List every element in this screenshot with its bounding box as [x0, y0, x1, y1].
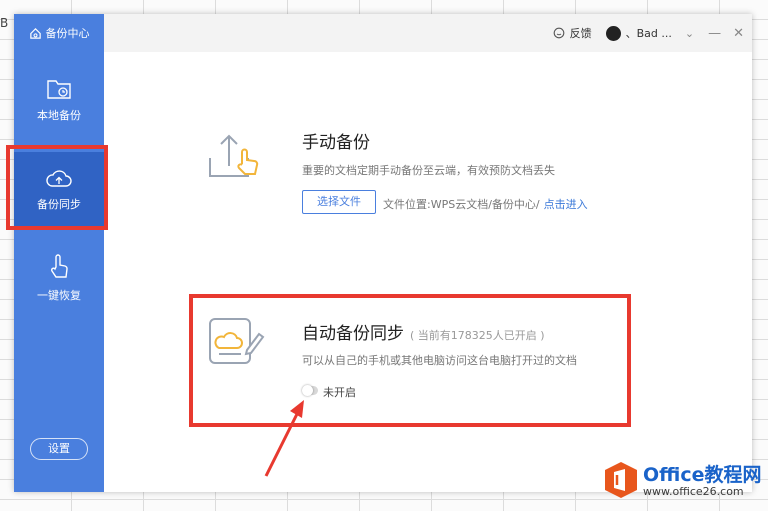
- home-cloud-icon: [29, 27, 41, 39]
- settings-button[interactable]: 设置: [30, 438, 88, 460]
- sidebar: 备份中心 本地备份 备份同步 一键恢复 设置: [14, 14, 104, 492]
- feedback-button[interactable]: 反馈: [553, 25, 592, 41]
- file-location-path: 文件位置:WPS云文档/备份中心/: [383, 198, 540, 211]
- folder-clock-icon: [47, 80, 71, 99]
- top-bar: 反馈 、Bad ... ⌄ — ✕: [104, 14, 752, 52]
- highlight-box-auto-sync: [189, 294, 631, 427]
- close-icon[interactable]: ✕: [733, 27, 744, 40]
- office26-logo: Office教程网 www.office26.com: [603, 458, 763, 504]
- upload-hand-icon: [209, 134, 259, 177]
- choose-file-button[interactable]: 选择文件: [302, 190, 376, 214]
- feedback-label: 反馈: [569, 27, 592, 40]
- manual-backup-title: 手动备份: [302, 133, 370, 153]
- office-logo-icon: [605, 462, 637, 498]
- username: 、Bad ...: [625, 27, 672, 40]
- manual-backup-description: 重要的文档定期手动备份至云端，有效预防文档丢失: [302, 164, 555, 177]
- annotation-arrow: [264, 400, 304, 477]
- sheet-cell-text: B: [0, 16, 9, 30]
- enter-link[interactable]: 点击进入: [544, 198, 588, 211]
- sidebar-item-one-click-restore[interactable]: 一键恢复: [14, 240, 104, 316]
- feedback-icon: [553, 27, 564, 39]
- logo-url: www.office26.com: [643, 485, 744, 498]
- hand-pointer-icon: [51, 254, 68, 278]
- highlight-box-sidebar: [6, 145, 108, 230]
- chevron-down-icon: ⌄: [684, 26, 695, 40]
- brand-label: 备份中心: [45, 27, 90, 40]
- file-location: 文件位置:WPS云文档/备份中心/点击进入: [383, 196, 588, 212]
- sidebar-item-local-backup[interactable]: 本地备份: [14, 62, 104, 138]
- minimize-icon[interactable]: —: [708, 27, 721, 40]
- avatar: [605, 25, 621, 41]
- logo-title: Office教程网: [643, 464, 762, 486]
- brand: 备份中心: [14, 14, 104, 52]
- sidebar-item-label: 一键恢复: [37, 289, 81, 302]
- user-menu[interactable]: 、Bad ... ⌄: [605, 25, 695, 41]
- sidebar-item-label: 本地备份: [37, 109, 81, 122]
